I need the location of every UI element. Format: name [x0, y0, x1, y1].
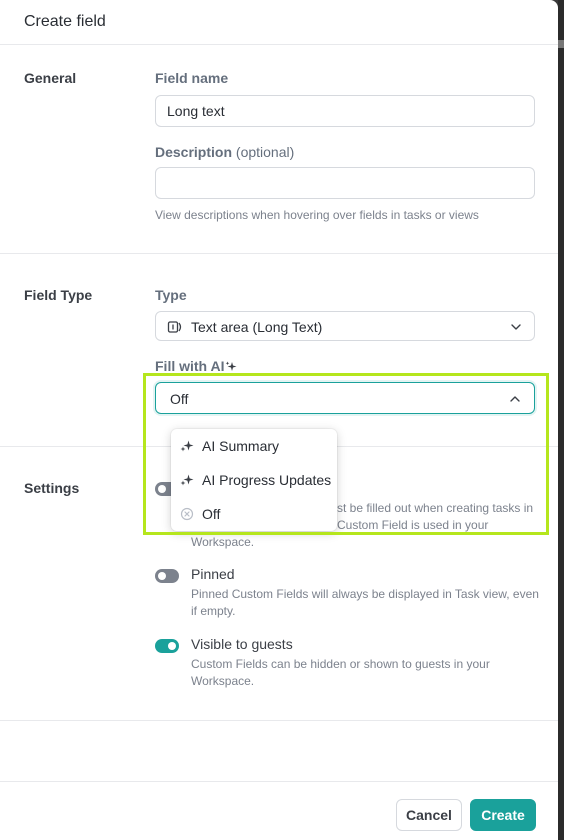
scroll-indicator	[558, 40, 564, 48]
field-name-input[interactable]: Long text	[155, 95, 535, 127]
required-desc-line1: st be filled out when creating tasks in	[337, 501, 534, 515]
fill-with-ai-value: Off	[170, 391, 189, 407]
type-label: Type	[155, 287, 187, 303]
text-area-icon	[167, 321, 182, 333]
dropdown-item-ai-summary[interactable]: AI Summary	[171, 429, 337, 463]
dropdown-item-label: AI Summary	[202, 438, 280, 454]
create-field-panel: Create field General Field name Long tex…	[0, 0, 558, 840]
panel-header: Create field	[0, 0, 558, 45]
pinned-toggle[interactable]	[155, 569, 179, 583]
chevron-down-icon	[511, 324, 521, 330]
fill-with-ai-label-text: Fill with AI	[155, 358, 225, 374]
required-desc-line3: Workspace.	[191, 535, 255, 549]
type-select[interactable]: Text area (Long Text)	[155, 311, 535, 341]
dropdown-item-ai-progress-updates[interactable]: AI Progress Updates	[171, 463, 337, 497]
cancel-button[interactable]: Cancel	[396, 799, 462, 831]
pinned-title: Pinned	[191, 566, 235, 582]
dropdown-item-label: Off	[202, 506, 221, 522]
chevron-up-icon	[510, 396, 520, 402]
fill-with-ai-select[interactable]: Off	[155, 382, 535, 414]
sparkle-icon	[180, 440, 194, 452]
visible-to-guests-desc: Custom Fields can be hidden or shown to …	[191, 657, 490, 688]
toggle-knob	[168, 642, 176, 650]
toggle-knob	[158, 485, 166, 493]
pinned-desc: Pinned Custom Fields will always be disp…	[191, 587, 539, 618]
section-divider	[0, 253, 558, 254]
panel-title: Create field	[24, 13, 106, 30]
section-label-general: General	[24, 70, 77, 86]
description-label: Description (optional)	[155, 144, 294, 160]
field-name-label: Field name	[155, 70, 229, 86]
description-label-text: Description	[155, 144, 233, 160]
toggle-knob	[158, 572, 166, 580]
description-input[interactable]	[155, 167, 535, 199]
visible-to-guests-title: Visible to guests	[191, 636, 293, 652]
circle-x-icon	[180, 507, 194, 521]
create-button[interactable]: Create	[470, 799, 536, 831]
sparkle-icon	[226, 361, 237, 371]
description-optional-text: (optional)	[235, 144, 295, 160]
footer-divider	[0, 781, 558, 782]
fill-with-ai-label: Fill with AI	[155, 358, 237, 374]
section-label-settings: Settings	[24, 480, 80, 496]
visible-to-guests-toggle[interactable]	[155, 639, 179, 653]
description-helper-text: View descriptions when hovering over fie…	[155, 208, 479, 222]
sparkle-icon	[180, 474, 194, 486]
dropdown-item-off[interactable]: Off	[171, 497, 337, 531]
section-label-field-type: Field Type	[24, 287, 93, 303]
type-select-value: Text area (Long Text)	[191, 319, 323, 335]
section-divider	[0, 720, 558, 721]
fill-with-ai-dropdown: AI Summary AI Progress Updates Off	[171, 429, 337, 531]
dropdown-item-label: AI Progress Updates	[202, 472, 332, 488]
required-desc-line2: Custom Field is used in your	[337, 518, 489, 532]
background-edge	[558, 0, 564, 840]
